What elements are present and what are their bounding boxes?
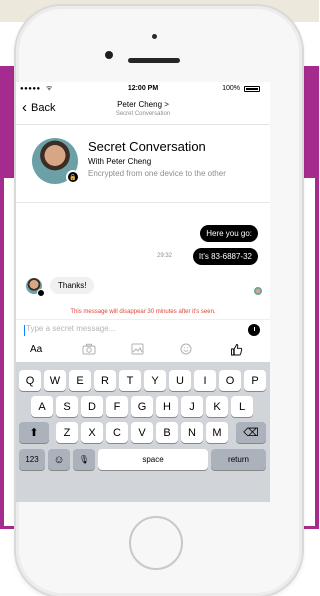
key-o[interactable]: O	[219, 370, 241, 391]
incoming-message[interactable]: Thanks!	[50, 277, 95, 294]
lock-icon: 🔒	[66, 170, 80, 184]
key-b[interactable]: B	[156, 422, 178, 443]
key-w[interactable]: W	[44, 370, 66, 391]
outgoing-message[interactable]: It's 83-6887-32	[192, 248, 258, 265]
key-g[interactable]: G	[131, 396, 153, 417]
timer-icon[interactable]	[248, 324, 260, 336]
numbers-key[interactable]: 123	[19, 449, 45, 470]
key-x[interactable]: X	[81, 422, 103, 443]
key-k[interactable]: K	[206, 396, 228, 417]
front-sensor	[152, 34, 157, 39]
conversation-header: 🔒 Secret Conversation With Peter Cheng E…	[16, 126, 270, 203]
earpiece-speaker	[128, 58, 180, 63]
phone-screen: ●●●●● ᯤ 12:00 PM 100% ‹ Back Peter Cheng…	[16, 82, 270, 502]
keyboard-row-1: Q W E R T Y U I O P	[16, 370, 270, 392]
microphone-key[interactable]: 🎙	[73, 449, 95, 470]
conversation-with: With Peter Cheng	[88, 157, 152, 166]
backspace-key[interactable]: ⌫	[236, 422, 266, 443]
key-q[interactable]: Q	[19, 370, 41, 391]
composer	[16, 319, 270, 340]
disappear-notice: This message will disappear 30 minutes a…	[70, 309, 216, 315]
keyboard: Q W E R T Y U I O P A S D F G H J K L ⬆ …	[16, 362, 270, 502]
key-t[interactable]: T	[119, 370, 141, 391]
front-camera	[105, 51, 113, 59]
key-s[interactable]: S	[56, 396, 78, 417]
background-frame-right	[315, 178, 319, 528]
message-input[interactable]	[26, 324, 226, 333]
thumbs-up-icon[interactable]	[230, 343, 243, 359]
camera-icon[interactable]	[82, 343, 96, 358]
shift-key[interactable]: ⬆	[19, 422, 49, 443]
key-c[interactable]: C	[106, 422, 128, 443]
key-j[interactable]: J	[181, 396, 203, 417]
key-u[interactable]: U	[169, 370, 191, 391]
lock-icon	[37, 289, 45, 297]
background-frame-left	[0, 178, 4, 528]
text-format-button[interactable]: Aa	[30, 344, 42, 355]
key-r[interactable]: R	[94, 370, 116, 391]
contact-name-title[interactable]: Peter Cheng >	[16, 100, 270, 109]
encryption-description: Encrypted from one device to the other	[88, 169, 226, 178]
key-z[interactable]: Z	[56, 422, 78, 443]
keyboard-row-3: ⬆ Z X C V B N M ⌫	[16, 422, 270, 444]
space-key[interactable]: space	[98, 449, 208, 470]
key-h[interactable]: H	[156, 396, 178, 417]
read-receipt-avatar	[254, 287, 262, 295]
key-p[interactable]: P	[244, 370, 266, 391]
keyboard-row-2: A S D F G H J K L	[16, 396, 270, 418]
key-d[interactable]: D	[81, 396, 103, 417]
text-cursor	[24, 325, 25, 336]
message-timer: 29:32	[156, 253, 172, 259]
conversation-title: Secret Conversation	[88, 139, 206, 154]
composer-toolbar: Aa	[16, 341, 270, 359]
home-button[interactable]	[129, 516, 183, 570]
key-l[interactable]: L	[231, 396, 253, 417]
status-bar: ●●●●● ᯤ 12:00 PM 100%	[16, 82, 270, 96]
key-v[interactable]: V	[131, 422, 153, 443]
emoji-keyboard-key[interactable]: ☺	[48, 449, 70, 470]
key-n[interactable]: N	[181, 422, 203, 443]
keyboard-row-4: 123 ☺ 🎙 space return	[16, 449, 270, 471]
outgoing-message[interactable]: Here you go:	[200, 225, 258, 242]
gallery-icon[interactable]	[131, 343, 144, 358]
return-key[interactable]: return	[211, 449, 266, 470]
battery-percent: 100%	[222, 85, 240, 92]
key-a[interactable]: A	[31, 396, 53, 417]
emoji-icon[interactable]	[180, 343, 192, 358]
key-m[interactable]: M	[206, 422, 228, 443]
navigation-bar: ‹ Back Peter Cheng > Secret Conversation	[16, 96, 270, 125]
key-e[interactable]: E	[69, 370, 91, 391]
battery-icon	[244, 86, 260, 92]
key-f[interactable]: F	[106, 396, 128, 417]
nav-subtitle: Secret Conversation	[115, 111, 171, 117]
key-i[interactable]: I	[194, 370, 216, 391]
key-y[interactable]: Y	[144, 370, 166, 391]
